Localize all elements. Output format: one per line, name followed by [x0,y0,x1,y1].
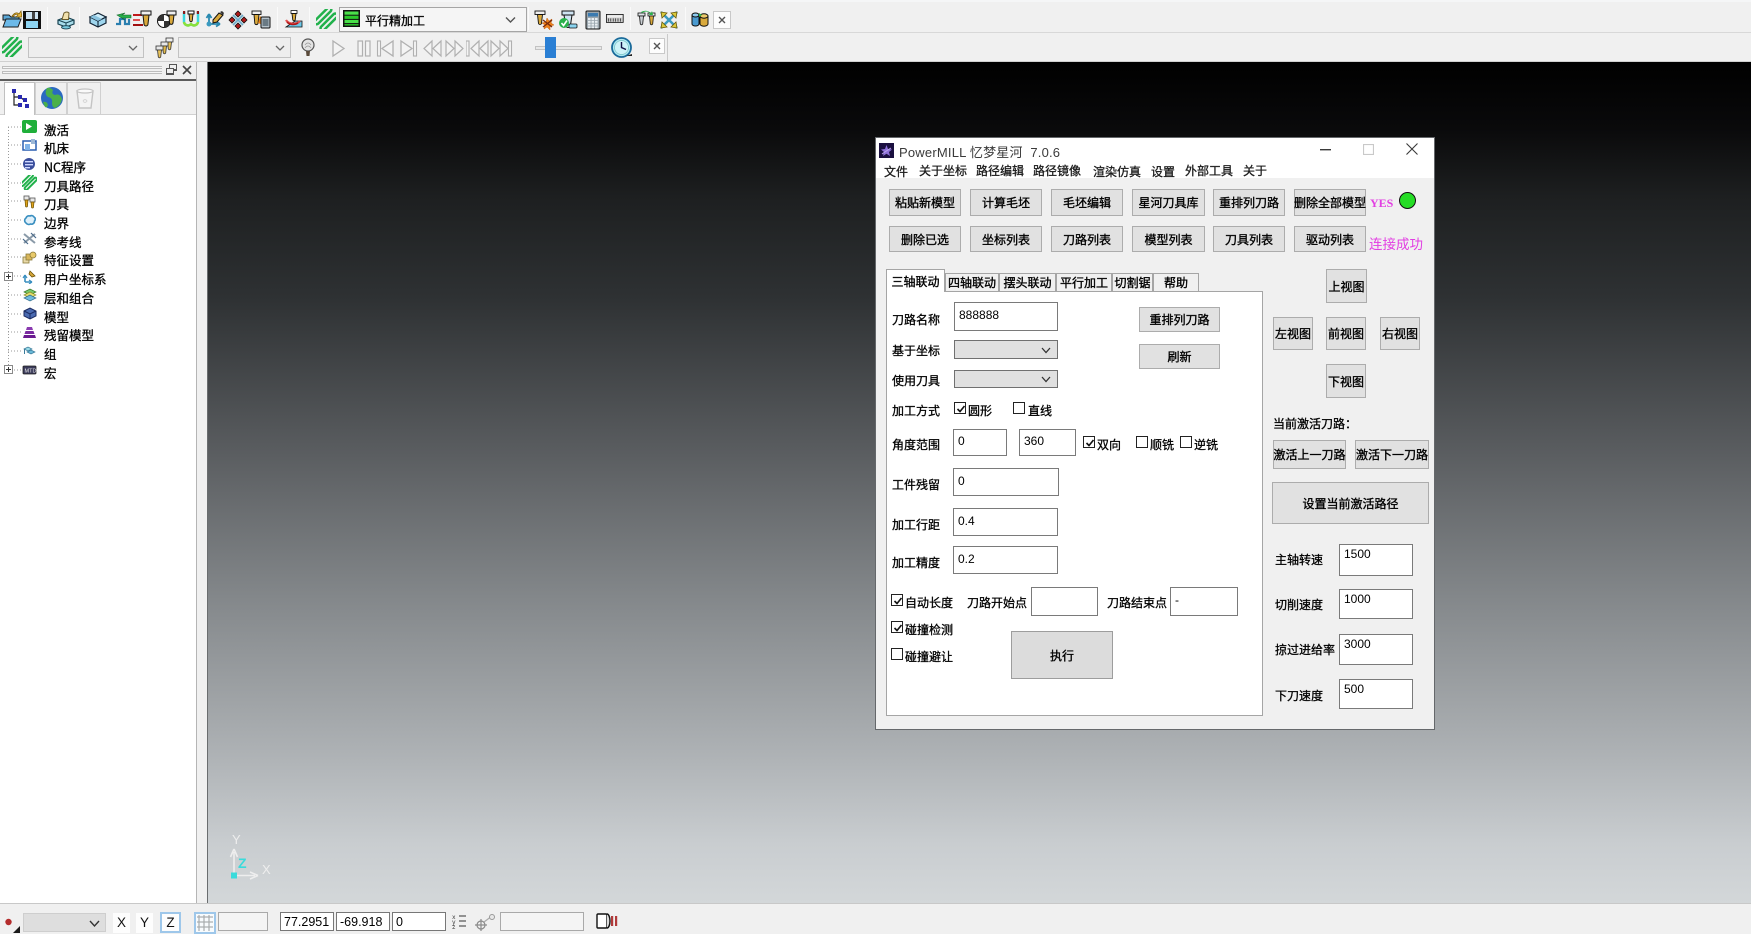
svg-text:Z: Z [238,855,247,871]
svg-text:X: X [262,862,271,877]
svg-text:Y: Y [232,832,241,847]
svg-text:z: z [452,924,456,930]
svg-text:MTD: MTD [25,369,37,375]
